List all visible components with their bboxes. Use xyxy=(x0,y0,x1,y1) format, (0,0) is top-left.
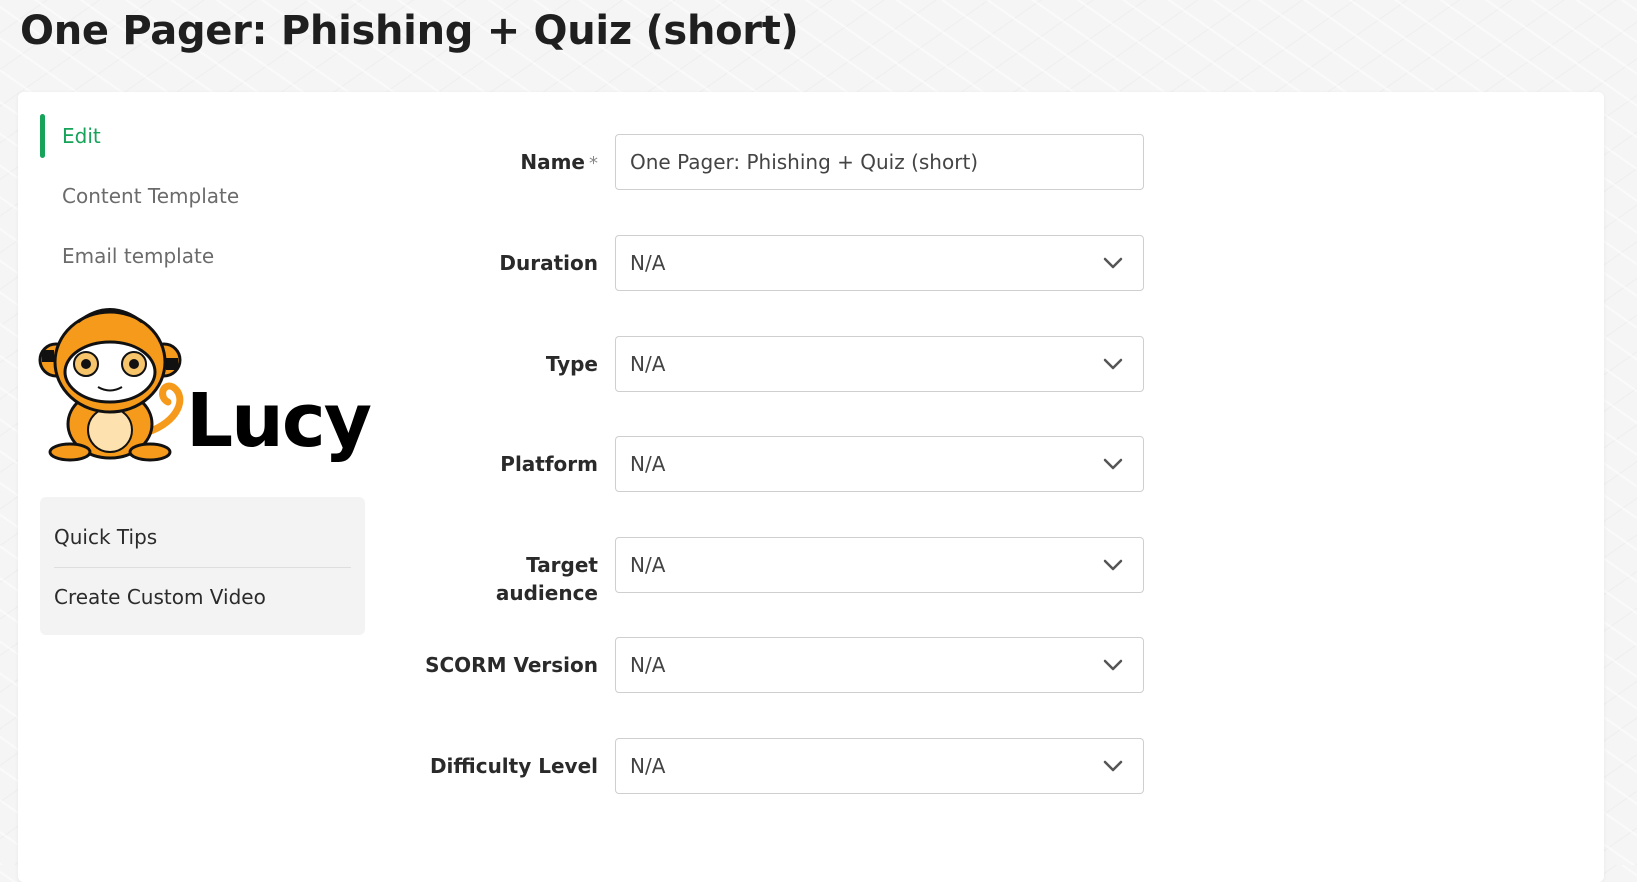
target-audience-value: N/A xyxy=(630,553,666,577)
form-row-platform: Platform N/A xyxy=(403,436,1163,494)
chevron-down-icon xyxy=(1103,760,1123,772)
type-value: N/A xyxy=(630,352,666,376)
main-panel: Edit Content Template Email template Luc… xyxy=(18,92,1604,882)
chevron-down-icon xyxy=(1103,358,1123,370)
name-input[interactable] xyxy=(615,134,1144,190)
chevron-down-icon xyxy=(1103,659,1123,671)
difficulty-level-label: Difficulty Level xyxy=(429,754,598,778)
type-select[interactable]: N/A xyxy=(615,336,1144,392)
type-label: Type xyxy=(545,352,598,376)
nav-item-content-template[interactable]: Content Template xyxy=(40,174,380,218)
form-row-target-audience: Target audience N/A xyxy=(403,537,1163,605)
duration-select[interactable]: N/A xyxy=(615,235,1144,291)
scorm-version-select[interactable]: N/A xyxy=(615,637,1144,693)
difficulty-level-select[interactable]: N/A xyxy=(615,738,1144,794)
scorm-version-value: N/A xyxy=(630,653,666,677)
logo-wordmark: Lucy xyxy=(186,378,372,464)
required-mark: * xyxy=(589,153,598,174)
lucy-logo: Lucy xyxy=(38,302,372,472)
monkey-mascot-icon xyxy=(38,308,184,462)
platform-select[interactable]: N/A xyxy=(615,436,1144,492)
sidebar: Edit Content Template Email template Luc… xyxy=(18,92,404,882)
target-audience-label-line1: Target xyxy=(526,553,598,577)
platform-label: Platform xyxy=(500,452,598,476)
scorm-version-label: SCORM Version xyxy=(425,653,598,677)
name-label-text: Name xyxy=(520,150,585,174)
target-audience-label: Target audience xyxy=(398,551,598,607)
sidebar-nav: Edit Content Template Email template xyxy=(40,114,380,294)
form-row-type: Type N/A xyxy=(403,336,1163,394)
form-row-scorm-version: SCORM Version N/A xyxy=(403,637,1163,695)
duration-value: N/A xyxy=(630,251,666,275)
duration-label: Duration xyxy=(499,251,598,275)
nav-item-edit[interactable]: Edit xyxy=(40,114,380,158)
name-label: Name * xyxy=(398,148,598,178)
form-row-duration: Duration N/A xyxy=(403,235,1163,293)
chevron-down-icon xyxy=(1103,458,1123,470)
form-row-name: Name * xyxy=(403,134,1163,192)
chevron-down-icon xyxy=(1103,257,1123,269)
nav-item-email-template[interactable]: Email template xyxy=(40,234,380,278)
chevron-down-icon xyxy=(1103,559,1123,571)
quick-tips-box: Quick Tips Create Custom Video xyxy=(40,497,365,635)
page-title: One Pager: Phishing + Quiz (short) xyxy=(20,8,799,54)
target-audience-label-line2: audience xyxy=(495,581,598,605)
create-custom-video-link[interactable]: Create Custom Video xyxy=(54,567,351,626)
quick-tips-link[interactable]: Quick Tips xyxy=(54,507,351,567)
form-row-difficulty-level: Difficulty Level N/A xyxy=(403,738,1163,796)
platform-value: N/A xyxy=(630,452,666,476)
difficulty-level-value: N/A xyxy=(630,754,666,778)
target-audience-select[interactable]: N/A xyxy=(615,537,1144,593)
content-area: Name* Duration N/A Type N/A Platform xyxy=(403,92,1604,882)
